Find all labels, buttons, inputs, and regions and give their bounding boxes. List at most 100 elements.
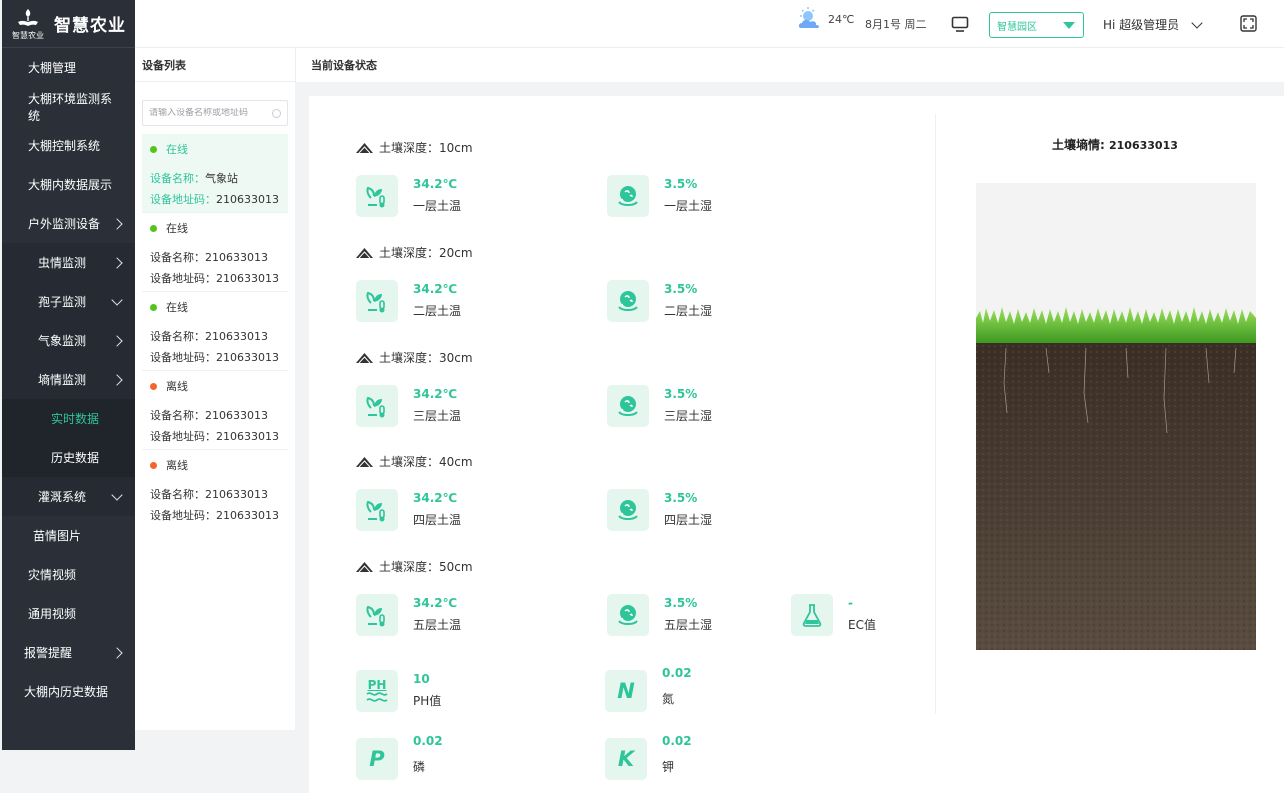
sidebar-item-pest-monitor[interactable]: 虫情监测 (2, 243, 135, 282)
soil-temp-value: 34.2℃ (413, 596, 458, 610)
monitor-icon[interactable] (951, 15, 969, 33)
park-select[interactable]: 智慧园区 (989, 12, 1084, 38)
device-addr-row: 设备地址码：210633013 (150, 191, 280, 207)
soil-temp-metric: 34.2℃ 三层土温 (356, 385, 461, 427)
soil-humidity-value: 3.5% (664, 387, 698, 401)
sidebar-item-weather-monitor[interactable]: 气象监测 (2, 321, 135, 360)
device-item[interactable]: 在线 设备名称：气象站 设备地址码：210633013 (142, 134, 288, 213)
sidebar-item-soil-monitor[interactable]: 墒情监测 (2, 360, 135, 399)
online-dot-icon (150, 145, 157, 153)
device-status-text: 在线 (166, 143, 188, 156)
soil-mound-icon (356, 562, 373, 572)
sidebar-item-label: 气象监测 (38, 334, 87, 348)
sidebar-item-general-video[interactable]: 通用视频 (2, 594, 135, 633)
ph-icon: PH (356, 670, 398, 712)
sidebar-item-label: 通用视频 (28, 607, 77, 621)
sidebar-item-irrigation[interactable]: 灌溉系统 (2, 477, 135, 516)
fullscreen-icon[interactable] (1240, 15, 1257, 32)
soil-humidity-icon (607, 280, 649, 322)
phosphorus-label: 磷 (413, 760, 426, 774)
search-icon[interactable] (272, 108, 281, 118)
nitrogen-letter: N (617, 679, 635, 703)
soil-humidity-value: 3.5% (664, 177, 698, 191)
sidebar-item-env-monitor[interactable]: 大棚环境监测系统 (2, 87, 135, 126)
device-name: 210633013 (205, 488, 268, 501)
sidebar-item-outdoor-devices[interactable]: 户外监测设备 (2, 204, 135, 243)
soil-temp-label: 二层土温 (413, 304, 462, 318)
sidebar-item-label: 苗情图片 (33, 529, 82, 543)
sidebar-item-greenhouse-history[interactable]: 大棚内历史数据 (2, 672, 135, 711)
sidebar-item-alarm[interactable]: 报警提醒 (2, 633, 135, 672)
sidebar-item-data-display[interactable]: 大棚内数据展示 (2, 165, 135, 204)
soil-moisture-title: 土壤墒情: 210633013 (1052, 138, 1178, 152)
soil-mound-icon (356, 457, 373, 467)
depth-label: 土壤深度：10cm (356, 139, 473, 156)
device-name-row: 设备名称：210633013 (150, 407, 280, 423)
sidebar-item-label: 户外监测设备 (28, 217, 101, 231)
soil-mound-icon (356, 353, 373, 363)
device-addr-row: 设备地址码：210633013 (150, 270, 280, 286)
device-addr-row: 设备地址码：210633013 (150, 507, 280, 523)
depth-label: 土壤深度：20cm (356, 244, 473, 261)
depth-label-text: 土壤深度：40cm (379, 455, 473, 469)
soil-mound-icon (356, 248, 373, 258)
device-name-label: 设备名称： (150, 251, 205, 264)
chevron-down-icon (111, 293, 123, 306)
sidebar-item-spore-monitor[interactable]: 孢子监测 (2, 282, 135, 321)
soil-humidity-label: 二层土湿 (664, 304, 713, 318)
device-name-row: 设备名称：210633013 (150, 328, 280, 344)
sidebar-item-realtime-data[interactable]: 实时数据 (2, 399, 135, 438)
soil-humidity-metric: 3.5% 五层土湿 (607, 594, 712, 636)
device-status: 在线 (150, 220, 280, 236)
offline-dot-icon (150, 461, 157, 469)
chevron-down-icon (1191, 16, 1203, 29)
sidebar-item-label: 孢子监测 (38, 295, 87, 309)
sidebar-item-label: 大棚内数据展示 (28, 178, 113, 192)
device-item[interactable]: 离线 设备名称：210633013 设备地址码：210633013 (142, 450, 288, 529)
sidebar-item-label: 灌溉系统 (38, 490, 87, 504)
soil-moisture-device-id: 210633013 (1109, 139, 1178, 152)
sidebar-menu: 大棚管理 大棚环境监测系统 大棚控制系统 大棚内数据展示 户外监测设备 虫情监测… (2, 48, 135, 711)
user-menu[interactable]: Hi 超级管理员 (1103, 16, 1203, 33)
sidebar-item-control-system[interactable]: 大棚控制系统 (2, 126, 135, 165)
depth-label: 土壤深度：40cm (356, 453, 473, 470)
panel-divider (935, 114, 936, 714)
device-addr: 210633013 (216, 193, 279, 206)
sidebar-item-label: 大棚内历史数据 (24, 685, 109, 699)
potassium-letter: K (617, 747, 635, 771)
sidebar-item-label: 实时数据 (51, 412, 100, 426)
device-addr-label: 设备地址码： (150, 272, 216, 285)
device-addr: 210633013 (216, 272, 279, 285)
device-item[interactable]: 离线 设备名称：210633013 设备地址码：210633013 (142, 371, 288, 450)
device-name: 气象站 (205, 172, 238, 185)
chevron-right-icon (111, 217, 123, 230)
device-item[interactable]: 在线 设备名称：210633013 设备地址码：210633013 (142, 292, 288, 371)
top-header: 24℃ 8月1号 周二 智慧园区 Hi 超级管理员 (135, 0, 1284, 48)
device-search-input[interactable] (149, 108, 269, 118)
app-title: 智慧农业 (54, 16, 126, 36)
nitrogen-label: 氮 (662, 692, 675, 706)
soil-temp-label: 五层土温 (413, 618, 462, 632)
sidebar-item-seedling-images[interactable]: 苗情图片 (2, 516, 135, 555)
sidebar-item-disaster-video[interactable]: 灾情视频 (2, 555, 135, 594)
chevron-right-icon (111, 373, 123, 386)
soil-temp-label: 四层土温 (413, 513, 462, 527)
sidebar-item-history-data[interactable]: 历史数据 (2, 438, 135, 477)
sidebar-item-label: 报警提醒 (24, 646, 73, 660)
nitrogen-metric: N 0.02 氮 (605, 666, 692, 712)
phosphorus-metric: P 0.02 磷 (356, 734, 443, 780)
device-addr-row: 设备地址码：210633013 (150, 349, 280, 365)
sidebar-item-greenhouse-mgmt[interactable]: 大棚管理 (2, 48, 135, 87)
device-addr-label: 设备地址码： (150, 351, 216, 364)
device-list-panel: 设备列表 在线 设备名称：气象站 设备地址码：210633013 在线 设备名称… (135, 48, 295, 730)
user-greeting: Hi 超级管理员 (1103, 18, 1180, 32)
device-item[interactable]: 在线 设备名称：210633013 设备地址码：210633013 (142, 213, 288, 292)
device-name: 210633013 (205, 330, 268, 343)
device-name: 210633013 (205, 251, 268, 264)
device-status: 离线 (150, 378, 280, 394)
weather-widget: 24℃ (795, 6, 854, 32)
chevron-right-icon (111, 334, 123, 347)
soil-moisture-title-text: 土壤墒情 (1052, 138, 1101, 152)
sidebar: 智慧农业 智慧农业 大棚管理 大棚环境监测系统 大棚控制系统 大棚内数据展示 户… (2, 0, 135, 750)
soil-humidity-value: 3.5% (664, 596, 698, 610)
